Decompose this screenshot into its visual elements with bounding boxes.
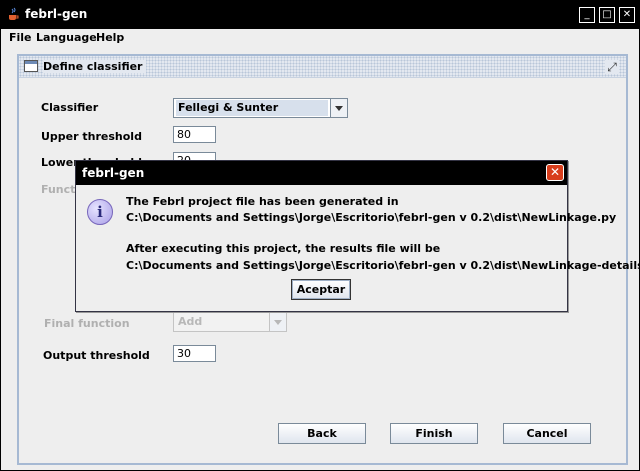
window-icon — [24, 60, 38, 72]
dialog-close-button[interactable]: ✕ — [546, 164, 564, 181]
chevron-down-icon[interactable] — [330, 99, 347, 117]
frame-title: Define classifier — [43, 60, 147, 73]
upper-threshold-field[interactable]: 80 — [173, 126, 216, 143]
output-threshold-label: Output threshold — [43, 349, 150, 362]
frame-header[interactable]: Define classifier ⤢ — [19, 56, 626, 78]
finish-button[interactable]: Finish — [390, 423, 478, 444]
menu-help[interactable]: Help — [96, 31, 124, 44]
dialog-message-line2: C:\Documents and Settings\Jorge\Escritor… — [126, 211, 617, 224]
classifier-selected-value: Fellegi & Sunter — [176, 100, 328, 116]
minimize-button[interactable]: _ — [579, 7, 595, 23]
output-threshold-field[interactable]: 30 — [173, 345, 216, 362]
menu-file[interactable]: File — [9, 31, 32, 44]
dialog-message-line3: After executing this project, the result… — [126, 242, 441, 255]
close-button[interactable]: ✕ — [619, 7, 635, 23]
classifier-label: Classifier — [41, 101, 99, 114]
maximize-button[interactable]: □ — [599, 7, 615, 23]
menu-language[interactable]: Language — [36, 31, 97, 44]
back-button[interactable]: Back — [278, 423, 366, 444]
dialog-title: febrl-gen — [82, 166, 145, 180]
dialog-message-line1: The Febrl project file has been generate… — [126, 195, 399, 208]
final-function-select[interactable]: Add — [173, 312, 287, 332]
final-function-selected-value: Add — [178, 315, 203, 328]
title-bar[interactable]: febrl-gen _ □ ✕ — [1, 1, 639, 29]
info-icon: i — [87, 199, 113, 225]
menu-bar: File Language Help — [1, 29, 639, 49]
dialog-title-bar[interactable]: febrl-gen ✕ — [76, 161, 567, 185]
chevron-down-icon[interactable] — [269, 313, 286, 331]
cancel-button[interactable]: Cancel — [503, 423, 591, 444]
main-window: febrl-gen _ □ ✕ File Language Help Defin… — [0, 0, 640, 471]
message-dialog: febrl-gen ✕ i The Febrl project file has… — [75, 160, 640, 312]
upper-threshold-label: Upper threshold — [41, 130, 142, 143]
final-function-label: Final function — [44, 317, 130, 330]
dialog-message-line4: C:\Documents and Settings\Jorge\Escritor… — [126, 259, 640, 272]
aceptar-button[interactable]: Aceptar — [291, 279, 351, 300]
window-title: febrl-gen — [25, 7, 88, 21]
java-cup-icon — [9, 7, 19, 20]
classifier-select[interactable]: Fellegi & Sunter — [173, 98, 348, 118]
resize-icon[interactable]: ⤢ — [605, 60, 619, 74]
